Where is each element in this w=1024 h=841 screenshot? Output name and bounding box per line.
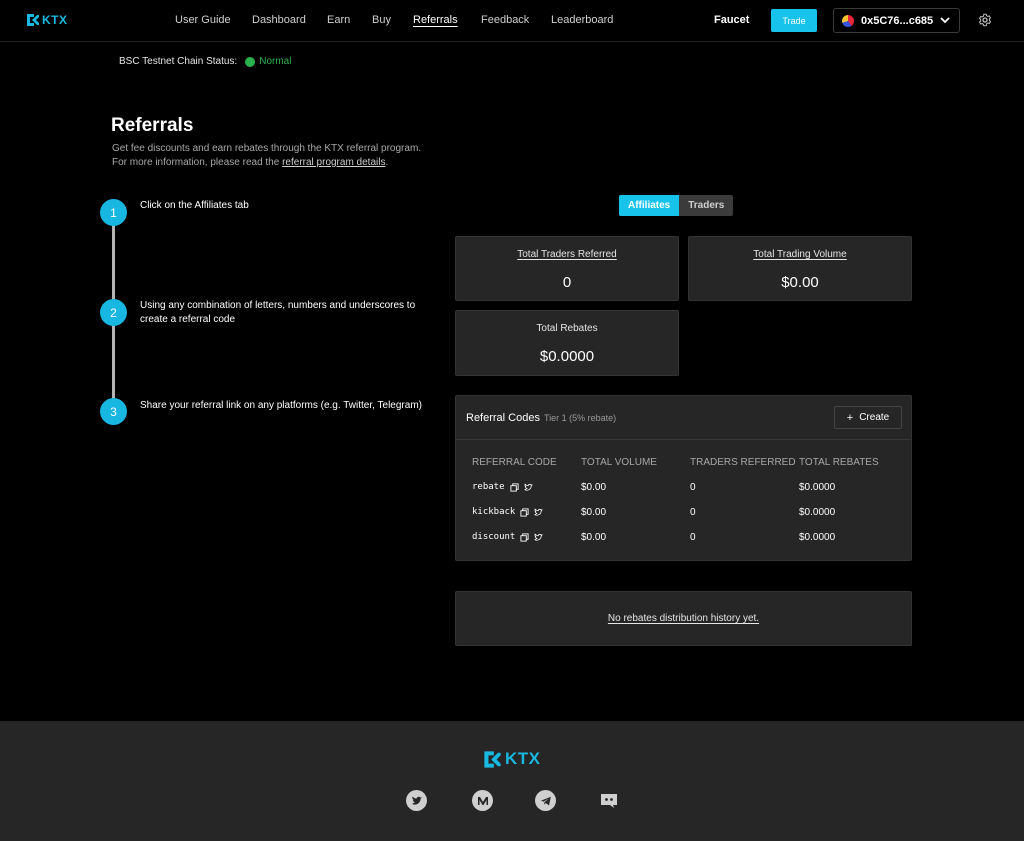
twitter-icon[interactable] bbox=[406, 790, 427, 811]
twitter-icon[interactable] bbox=[523, 482, 533, 492]
copy-icon[interactable] bbox=[509, 482, 519, 492]
create-label: Create bbox=[859, 412, 890, 423]
referral-code-text: rebate bbox=[472, 482, 505, 492]
table-cell-rebates: $0.0000 bbox=[799, 507, 836, 518]
wallet-address: 0x5C76...c685 bbox=[861, 14, 934, 27]
telegram-icon[interactable] bbox=[535, 790, 556, 811]
table-cell-rebates: $0.0000 bbox=[799, 482, 836, 493]
desc-suffix: . bbox=[385, 157, 389, 168]
table-cell-traders: 0 bbox=[690, 482, 696, 493]
referral-program-details-link[interactable]: referral program details bbox=[282, 157, 385, 168]
tab-traders[interactable]: Traders bbox=[679, 195, 733, 216]
table-cell-traders: 0 bbox=[690, 532, 696, 543]
nav-leaderboard[interactable]: Leaderboard bbox=[551, 14, 613, 26]
chain-status-value: Normal bbox=[245, 56, 291, 67]
copy-icon[interactable] bbox=[520, 532, 529, 542]
step-3-text: Share your referral link on any platform… bbox=[140, 400, 422, 411]
column-header-code: REFERRAL CODE bbox=[472, 457, 557, 468]
step-3-number: 3 bbox=[100, 398, 127, 425]
referral-codes-header: Referral Codes Tier 1 (5% rebate) bbox=[466, 412, 616, 424]
faucet-link[interactable]: Faucet bbox=[714, 14, 749, 26]
desc-line-2: For more information, please read the re… bbox=[112, 156, 421, 170]
nav-referrals[interactable]: Referrals bbox=[413, 14, 458, 26]
table-cell-volume: $0.00 bbox=[581, 507, 607, 518]
discord-icon[interactable] bbox=[598, 790, 619, 811]
tab-affiliates[interactable]: Affiliates bbox=[619, 195, 680, 216]
table-cell-volume: $0.00 bbox=[581, 482, 607, 493]
step-2-number: 2 bbox=[100, 299, 127, 326]
stat-label[interactable]: Total Traders Referred bbox=[456, 249, 678, 260]
twitter-icon[interactable] bbox=[534, 532, 544, 542]
wallet-avatar bbox=[842, 14, 854, 27]
total-rebates-card: Total Rebates $0.0000 bbox=[455, 310, 679, 376]
step-1-number: 1 bbox=[100, 199, 127, 226]
ktx-logo[interactable]: KTX bbox=[26, 13, 68, 27]
trade-button[interactable]: Trade bbox=[771, 9, 817, 32]
total-trading-volume-card: Total Trading Volume $0.00 bbox=[688, 236, 912, 301]
medium-icon[interactable] bbox=[472, 790, 493, 811]
logo-text: KTX bbox=[42, 13, 68, 27]
tier-badge: Tier 1 (5% rebate) bbox=[543, 413, 617, 423]
page-title: Referrals bbox=[111, 115, 194, 136]
column-header-traders: TRADERS REFERRED bbox=[690, 457, 796, 468]
table-row-code: discount bbox=[472, 532, 544, 542]
column-header-volume: TOTAL VOLUME bbox=[581, 457, 657, 468]
desc-prefix: For more information, please read the bbox=[112, 157, 283, 168]
column-header-rebates: TOTAL REBATES bbox=[799, 457, 879, 468]
referral-code-text: discount bbox=[472, 532, 516, 542]
stat-value: $0.0000 bbox=[539, 348, 595, 365]
check-circle-icon bbox=[245, 56, 256, 67]
nav-feedback[interactable]: Feedback bbox=[481, 14, 529, 26]
wallet-button[interactable]: 0x5C76...c685 bbox=[833, 8, 960, 33]
referral-tabs: Affiliates Traders bbox=[619, 195, 734, 216]
stat-value: $0.00 bbox=[781, 274, 819, 291]
nav-buy[interactable]: Buy bbox=[372, 14, 391, 26]
twitter-icon[interactable] bbox=[534, 507, 544, 517]
gear-icon[interactable] bbox=[978, 13, 992, 27]
step-1-text: Click on the Affiliates tab bbox=[140, 200, 249, 211]
step-2-text: Using any combination of letters, number… bbox=[140, 300, 416, 325]
ktx-logo-icon bbox=[27, 14, 39, 26]
copy-icon[interactable] bbox=[520, 507, 529, 517]
footer-logo[interactable]: KTX bbox=[483, 749, 541, 769]
plus-icon: + bbox=[846, 411, 854, 424]
rebates-history-empty[interactable]: No rebates distribution history yet. bbox=[455, 591, 912, 646]
referral-code-text: kickback bbox=[472, 507, 516, 517]
chevron-down-icon bbox=[940, 17, 950, 24]
table-row-code: kickback bbox=[472, 507, 544, 517]
empty-history-text: No rebates distribution history yet. bbox=[607, 613, 760, 624]
referral-codes-title: Referral Codes bbox=[466, 412, 540, 424]
create-code-button[interactable]: + Create bbox=[834, 406, 902, 429]
table-cell-rebates: $0.0000 bbox=[799, 532, 836, 543]
desc-line-1: Get fee discounts and earn rebates throu… bbox=[112, 143, 422, 154]
page-description: Get fee discounts and earn rebates throu… bbox=[112, 142, 421, 170]
nav-user-guide[interactable]: User Guide bbox=[175, 14, 231, 26]
divider bbox=[456, 439, 911, 440]
footer: KTX bbox=[0, 721, 1024, 841]
chain-status-label: BSC Testnet Chain Status: bbox=[119, 56, 238, 67]
top-nav-bar: KTX User Guide Dashboard Earn Buy Referr… bbox=[0, 0, 1024, 42]
referral-codes-panel: Referral Codes Tier 1 (5% rebate) + Creat… bbox=[455, 395, 912, 561]
stat-label: Total Rebates bbox=[536, 323, 598, 334]
ktx-logo-icon bbox=[484, 750, 501, 768]
footer-logo-text: KTX bbox=[505, 749, 541, 768]
stat-label[interactable]: Total Trading Volume bbox=[689, 249, 911, 260]
chain-status-text: Normal bbox=[259, 56, 292, 67]
chain-status: BSC Testnet Chain Status: Normal bbox=[119, 56, 291, 67]
table-row-code: rebate bbox=[472, 482, 533, 492]
stat-value: 0 bbox=[562, 274, 572, 291]
total-traders-referred-card: Total Traders Referred 0 bbox=[455, 236, 679, 301]
nav-earn[interactable]: Earn bbox=[327, 14, 350, 26]
table-cell-volume: $0.00 bbox=[581, 532, 607, 543]
nav-dashboard[interactable]: Dashboard bbox=[252, 14, 306, 26]
table-cell-traders: 0 bbox=[690, 507, 696, 518]
